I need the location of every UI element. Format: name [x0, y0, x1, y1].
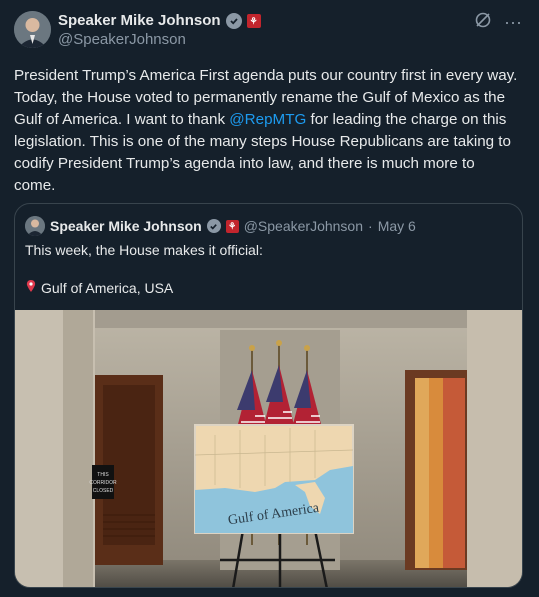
- quoted-location: Gulf of America, USA: [25, 279, 173, 296]
- top-actions: ···: [474, 11, 522, 32]
- post: Speaker Mike Johnson ⚘ @SpeakerJohnson ·…: [0, 0, 539, 597]
- capitol-hallway-image: THIS CORRIDOR CLOSED Gulf of America: [15, 310, 522, 587]
- quoted-author-handle: @SpeakerJohnson: [243, 218, 364, 234]
- quoted-avatar: [25, 216, 45, 236]
- house-seal-icon: ⚘: [246, 13, 261, 28]
- svg-text:CLOSED: CLOSED: [93, 488, 114, 494]
- quoted-separator: ·: [368, 218, 373, 234]
- author-handle[interactable]: @SpeakerJohnson: [58, 31, 186, 48]
- location-text: Gulf of America, USA: [41, 279, 174, 296]
- quoted-date: May 6: [377, 218, 416, 234]
- video-thumbnail[interactable]: THIS CORRIDOR CLOSED Gulf of America: [15, 310, 522, 587]
- pin-icon: [25, 279, 37, 296]
- quoted-text: This week, the House makes it official:: [25, 242, 263, 258]
- svg-text:THIS: THIS: [97, 472, 109, 478]
- avatar-image: [14, 11, 51, 48]
- quoted-author-name: Speaker Mike Johnson: [50, 218, 202, 234]
- author-name[interactable]: Speaker Mike Johnson: [58, 12, 221, 29]
- mention-link[interactable]: @RepMTG: [229, 111, 306, 128]
- author-row: Speaker Mike Johnson ⚘: [58, 12, 261, 29]
- house-seal-icon: ⚘: [225, 219, 239, 233]
- svg-text:CORRIDOR: CORRIDOR: [89, 480, 117, 486]
- more-options-icon[interactable]: ···: [504, 13, 522, 31]
- quoted-post[interactable]: Speaker Mike Johnson ⚘ @SpeakerJohnson ·…: [14, 203, 523, 588]
- grok-icon[interactable]: [474, 11, 492, 32]
- avatar[interactable]: [14, 11, 51, 48]
- verified-badge-icon: [225, 12, 242, 29]
- quoted-post-header: Speaker Mike Johnson ⚘ @SpeakerJohnson ·…: [25, 216, 416, 236]
- post-text: President Trump’s America First agenda p…: [14, 65, 519, 197]
- gulf-map-sign: Gulf of America: [194, 424, 354, 534]
- verified-badge-icon: [206, 219, 221, 233]
